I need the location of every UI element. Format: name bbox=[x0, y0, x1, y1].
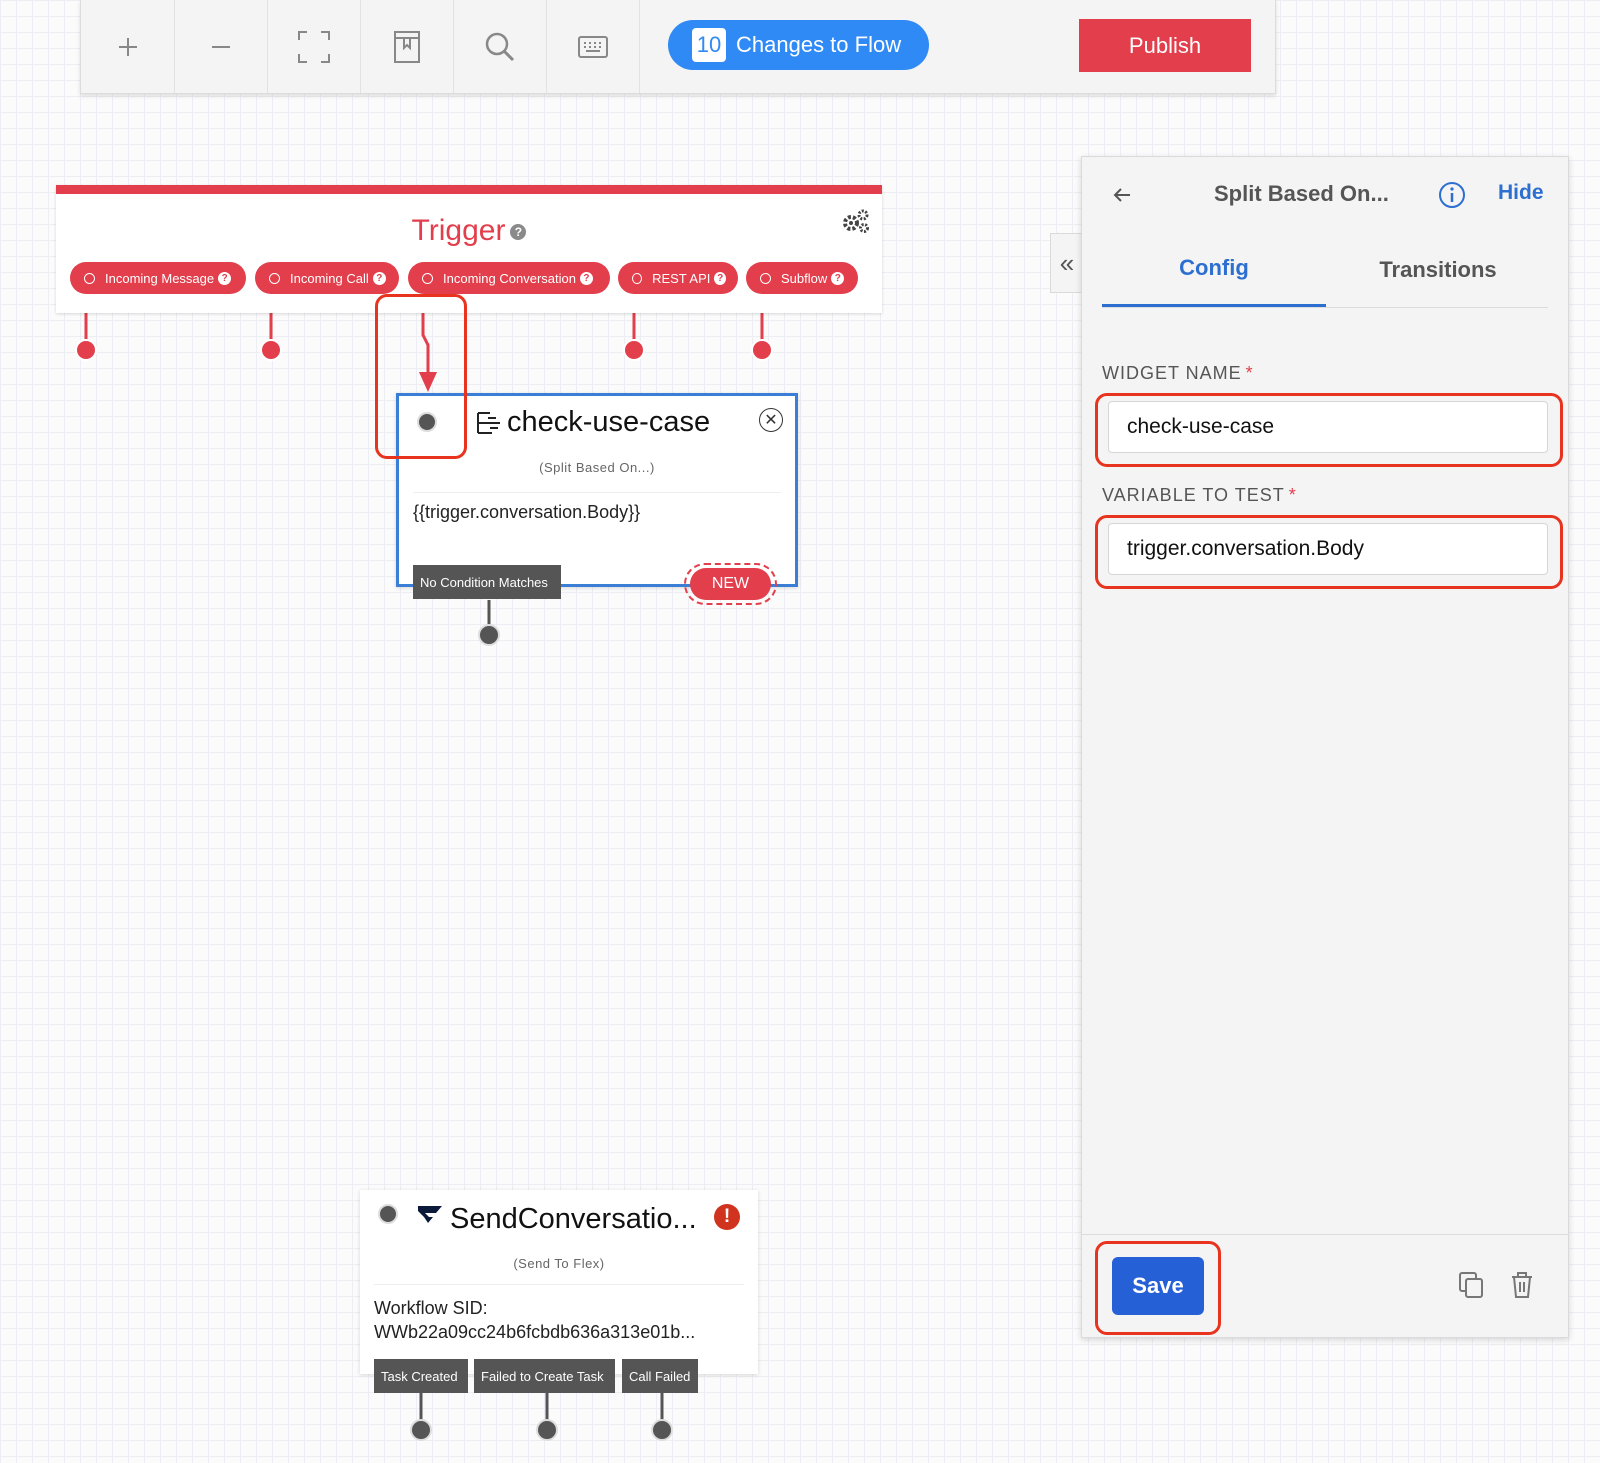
radio-circle-icon bbox=[632, 272, 643, 284]
info-icon[interactable] bbox=[1438, 181, 1466, 209]
widget-name-label: WIDGET NAME * bbox=[1102, 363, 1254, 384]
variable-to-test-label: VARIABLE TO TEST * bbox=[1102, 485, 1297, 506]
panel-header: Split Based On... Hide bbox=[1082, 157, 1568, 232]
back-arrow-icon[interactable] bbox=[1112, 185, 1132, 205]
new-transition-button[interactable]: NEW bbox=[684, 563, 777, 605]
help-icon: ? bbox=[372, 271, 386, 285]
close-icon[interactable]: ✕ bbox=[759, 408, 783, 432]
collapse-panel-button[interactable]: « bbox=[1050, 233, 1083, 293]
tab-config[interactable]: Config bbox=[1102, 232, 1326, 307]
workflow-sid-value: WWb22a09cc24b6fcbdb636a313e01b... bbox=[374, 1322, 696, 1342]
help-icon: ? bbox=[831, 271, 845, 285]
trigger-port-dot[interactable] bbox=[751, 339, 773, 361]
trigger-port-dot[interactable] bbox=[623, 339, 645, 361]
pill-label: Incoming Message bbox=[105, 270, 215, 286]
highlight-widget-name bbox=[1095, 393, 1563, 467]
help-icon[interactable]: ? bbox=[510, 224, 527, 241]
radio-circle-icon bbox=[269, 272, 280, 284]
widget-title: check-use-case bbox=[507, 406, 711, 438]
workflow-sid-label: Workflow SID: bbox=[374, 1298, 488, 1318]
pill-label: Subflow bbox=[781, 270, 828, 286]
radio-circle-icon bbox=[760, 272, 771, 284]
trigger-pill-subflow[interactable]: Subflow? bbox=[746, 262, 858, 294]
transition-failed-to-create-task[interactable]: Failed to Create Task bbox=[474, 1359, 615, 1393]
help-icon: ? bbox=[579, 271, 593, 285]
flex-logo-icon bbox=[418, 1206, 442, 1223]
transition-no-condition-matches[interactable]: No Condition Matches bbox=[413, 565, 561, 599]
trigger-pill-rest-api[interactable]: REST API? bbox=[618, 262, 738, 294]
highlight-save bbox=[1095, 1241, 1221, 1335]
pill-label: Incoming Call bbox=[290, 270, 369, 286]
send-to-flex-widget[interactable]: SendConversatio... ! (Send To Flex) Work… bbox=[360, 1190, 758, 1374]
trigger-title: Trigger? bbox=[56, 214, 882, 248]
transition-call-failed[interactable]: Call Failed bbox=[622, 1359, 698, 1393]
help-icon: ? bbox=[714, 271, 726, 285]
transition-port-dot[interactable] bbox=[410, 1419, 432, 1441]
new-label: NEW bbox=[690, 568, 771, 600]
trash-icon[interactable] bbox=[1510, 1271, 1534, 1299]
tab-transitions[interactable]: Transitions bbox=[1326, 232, 1550, 307]
duplicate-icon[interactable] bbox=[1458, 1271, 1484, 1299]
panel-title: Split Based On... bbox=[1214, 181, 1389, 206]
panel-tabs: Config Transitions bbox=[1102, 232, 1548, 308]
required-marker: * bbox=[1288, 485, 1297, 505]
split-icon bbox=[477, 412, 500, 434]
trigger-pill-incoming-call[interactable]: Incoming Call? bbox=[255, 262, 399, 294]
radio-circle-icon bbox=[84, 272, 95, 284]
trigger-port-dot[interactable] bbox=[260, 339, 282, 361]
transition-port-dot[interactable] bbox=[536, 1419, 558, 1441]
radio-circle-icon bbox=[422, 272, 433, 284]
help-icon: ? bbox=[218, 271, 232, 285]
input-port-dot[interactable] bbox=[378, 1204, 398, 1224]
settings-gear-icon[interactable] bbox=[840, 208, 870, 234]
hide-panel-link[interactable]: Hide bbox=[1498, 181, 1544, 205]
error-icon[interactable]: ! bbox=[714, 1204, 740, 1230]
transition-task-created[interactable]: Task Created bbox=[374, 1359, 468, 1393]
double-chevron-left-icon: « bbox=[1059, 247, 1075, 278]
highlight-connection bbox=[375, 294, 467, 459]
divider bbox=[374, 1284, 744, 1285]
pill-label: Incoming Conversation bbox=[443, 270, 576, 286]
trigger-port-dot[interactable] bbox=[75, 339, 97, 361]
panel-footer: Save bbox=[1082, 1234, 1568, 1337]
divider bbox=[413, 492, 781, 493]
trigger-widget[interactable]: Trigger? Incoming Message? Incoming Call… bbox=[56, 185, 882, 313]
widget-config-panel: Split Based On... Hide Config Transition… bbox=[1081, 156, 1569, 1338]
widget-body: {{trigger.conversation.Body}} bbox=[413, 502, 641, 522]
widget-subtitle: (Send To Flex) bbox=[513, 1256, 605, 1271]
trigger-pill-incoming-conversation[interactable]: Incoming Conversation? bbox=[408, 262, 610, 294]
trigger-title-text: Trigger bbox=[411, 214, 506, 247]
pill-label: REST API bbox=[652, 270, 711, 286]
highlight-variable bbox=[1095, 515, 1563, 589]
widget-title: SendConversatio... bbox=[450, 1203, 697, 1235]
widget-name-label-text: WIDGET NAME bbox=[1102, 363, 1242, 383]
publish-button[interactable]: Publish bbox=[1079, 19, 1251, 72]
trigger-pill-incoming-message[interactable]: Incoming Message? bbox=[70, 262, 246, 294]
variable-label-text: VARIABLE TO TEST bbox=[1102, 485, 1285, 505]
transition-port-dot[interactable] bbox=[651, 1419, 673, 1441]
required-marker: * bbox=[1245, 363, 1254, 383]
transition-port-dot[interactable] bbox=[478, 624, 500, 646]
widget-subtitle: (Split Based On...) bbox=[539, 460, 655, 475]
